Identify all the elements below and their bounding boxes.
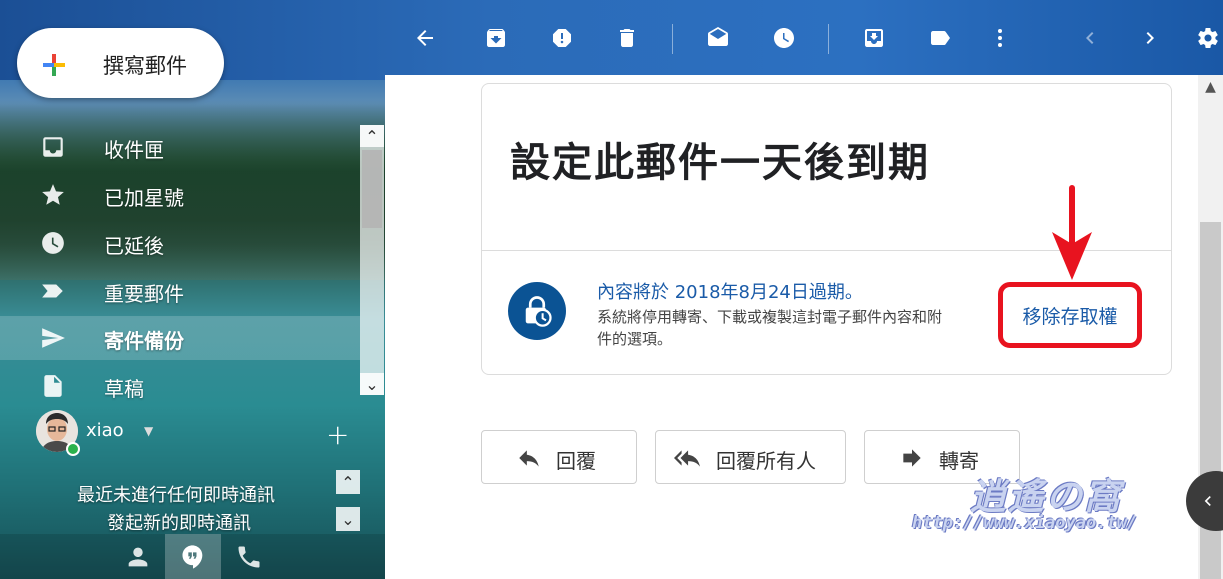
chevron-down-icon[interactable]: ▼: [144, 424, 153, 438]
sidebar-item-label: 已加星號: [104, 186, 184, 210]
next-icon[interactable]: [1134, 22, 1166, 54]
remove-access-button[interactable]: 移除存取權: [998, 282, 1142, 348]
report-spam-icon[interactable]: [546, 22, 578, 54]
sidebar-scrollbar-thumb[interactable]: [362, 150, 382, 228]
expiry-description: 系統將停用轉寄、下載或複製這封電子郵件內容和附件的選項。: [597, 308, 943, 348]
contacts-icon[interactable]: [124, 543, 152, 571]
scroll-down-icon[interactable]: ⌄: [336, 507, 360, 531]
snooze-icon[interactable]: [768, 22, 800, 54]
start-chat-link[interactable]: 發起新的即時通訊: [107, 509, 251, 535]
reply-button[interactable]: 回覆: [481, 430, 637, 484]
hangouts-user-name[interactable]: xiao: [86, 420, 124, 441]
add-chat-icon[interactable]: +: [326, 418, 349, 451]
toolbar-divider: [672, 24, 673, 54]
back-arrow-icon[interactable]: [409, 22, 441, 54]
chevron-left-icon: [1204, 496, 1211, 506]
clock-icon: [40, 230, 66, 256]
expiry-lock-clock-icon: [508, 282, 566, 340]
sidebar-item-sent[interactable]: 寄件備份: [0, 316, 360, 360]
sidebar-item-label: 收件匣: [104, 138, 164, 162]
archive-icon[interactable]: [480, 22, 512, 54]
forward-icon: [899, 445, 925, 471]
remove-access-label: 移除存取權: [1022, 305, 1118, 328]
mark-unread-icon[interactable]: [702, 22, 734, 54]
online-status-icon: [66, 442, 80, 456]
delete-icon[interactable]: [611, 22, 643, 54]
reply-label: 回覆: [556, 449, 596, 473]
label-icon[interactable]: [924, 22, 956, 54]
sidebar-item-inbox[interactable]: 收件匣: [0, 125, 360, 169]
scroll-up-icon[interactable]: ⌃: [360, 125, 384, 147]
sidebar-item-important[interactable]: 重要郵件: [0, 269, 360, 313]
scroll-up-icon[interactable]: ⌃: [336, 470, 360, 494]
compose-plus-icon: [43, 54, 65, 76]
annotation-arrow-icon: [1052, 185, 1092, 280]
compose-button[interactable]: 撰寫郵件: [17, 28, 224, 98]
send-icon: [40, 325, 66, 351]
sidebar-item-drafts[interactable]: 草稿: [0, 364, 360, 408]
reply-all-icon: [674, 445, 700, 471]
move-to-icon[interactable]: [858, 22, 890, 54]
hangouts-icon[interactable]: [179, 543, 207, 571]
hangouts-status-line1: 最近未進行任何即時通訊: [77, 485, 275, 506]
sidebar-item-label: 寄件備份: [104, 329, 184, 353]
toolbar-divider: [828, 24, 829, 54]
inbox-icon: [40, 134, 66, 160]
sidebar-item-label: 已延後: [104, 234, 164, 258]
prev-icon[interactable]: [1074, 22, 1106, 54]
star-icon: [40, 182, 66, 208]
sidebar-item-snoozed[interactable]: 已延後: [0, 221, 360, 265]
message-subject: 設定此郵件一天後到期: [510, 140, 930, 186]
important-icon: [40, 278, 66, 304]
settings-icon[interactable]: [1192, 22, 1223, 54]
reply-icon: [516, 445, 542, 471]
expiry-date-text: 內容將於 2018年8月24日過期。: [597, 282, 863, 303]
phone-icon[interactable]: [235, 543, 263, 571]
compose-label: 撰寫郵件: [103, 54, 187, 78]
scroll-down-icon[interactable]: ⌄: [360, 373, 384, 395]
scroll-up-icon[interactable]: ▲: [1198, 75, 1223, 99]
reply-all-button[interactable]: 回覆所有人: [655, 430, 846, 484]
reply-all-label: 回覆所有人: [716, 449, 816, 473]
sidebar-item-starred[interactable]: 已加星號: [0, 173, 360, 217]
draft-icon: [40, 373, 66, 399]
sidebar-item-label: 草稿: [104, 377, 144, 401]
more-icon[interactable]: [984, 22, 1016, 54]
sidebar-item-label: 重要郵件: [104, 282, 184, 306]
watermark-url: http://www.xiaoyao.tw/: [912, 513, 1138, 533]
